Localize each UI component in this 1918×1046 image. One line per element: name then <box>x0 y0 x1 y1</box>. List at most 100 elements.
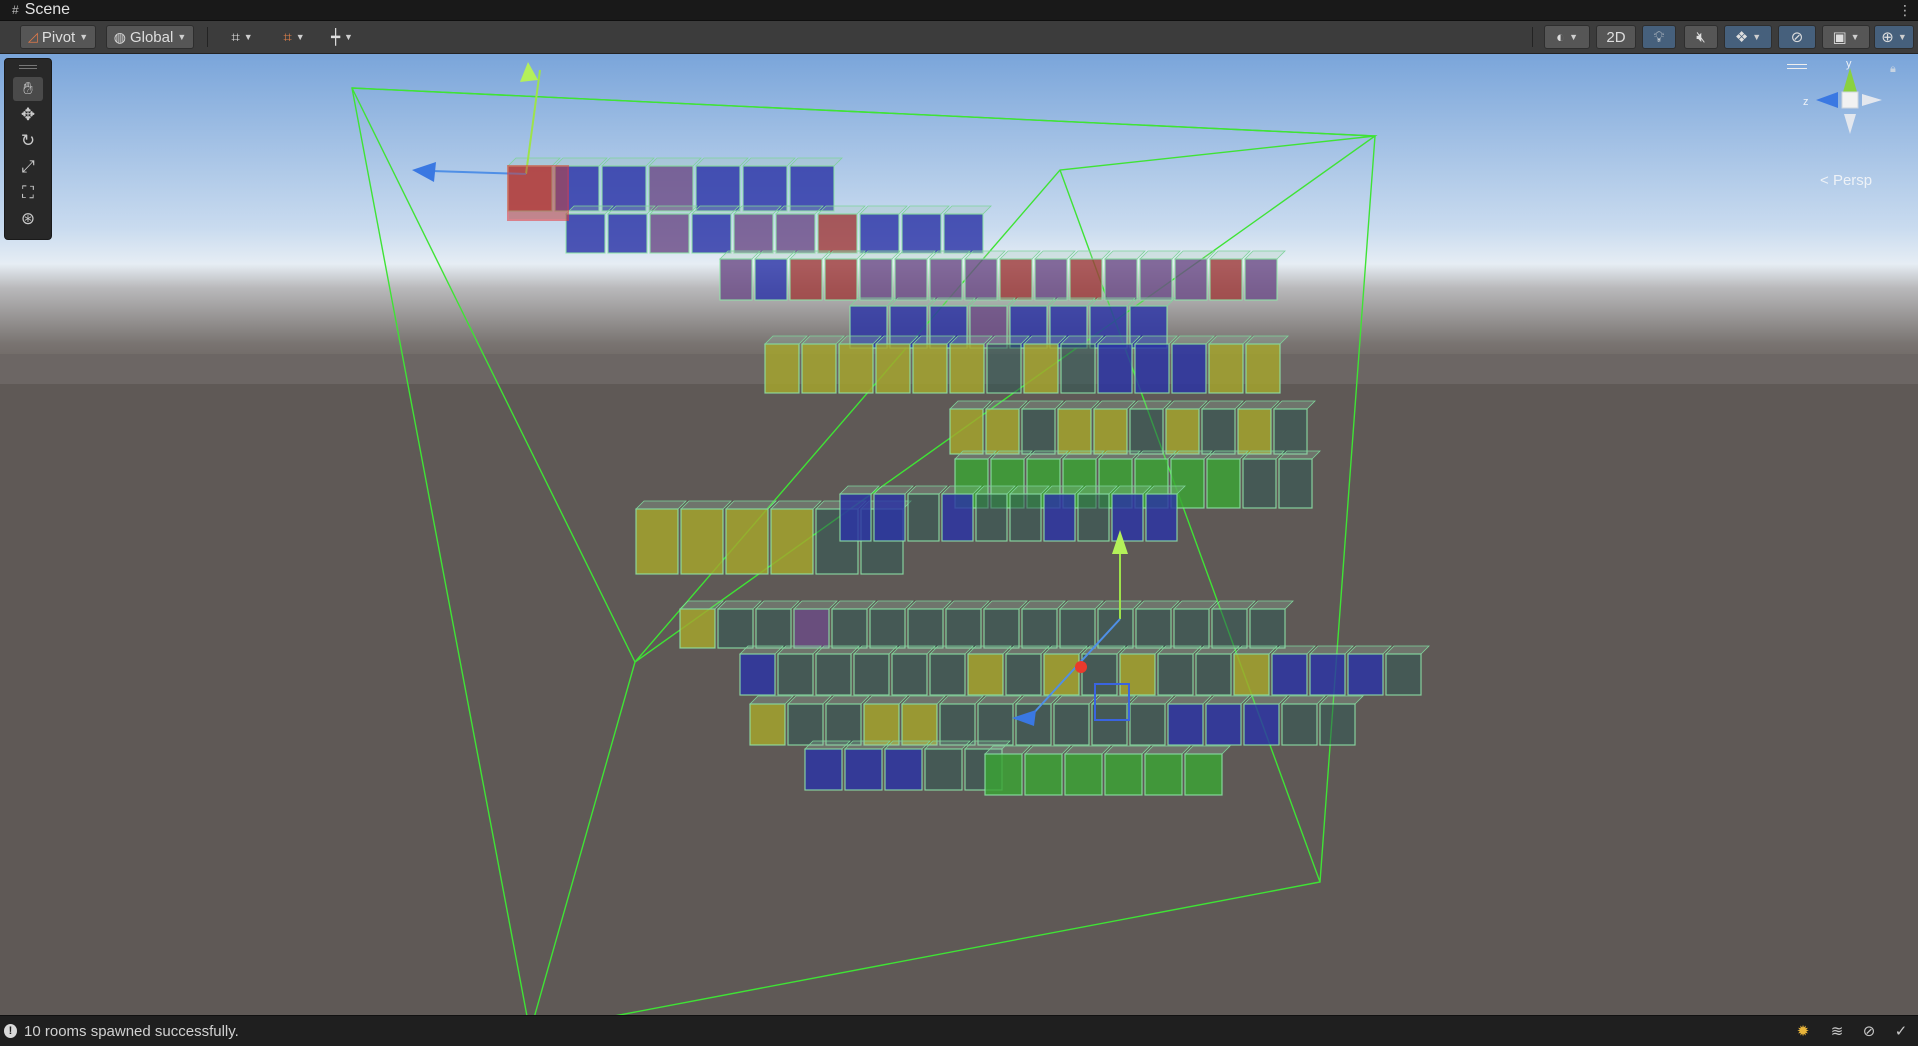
voxel-cell[interactable] <box>1347 653 1384 696</box>
voxel-cell[interactable] <box>717 608 754 649</box>
voxel-cell[interactable] <box>1059 608 1096 649</box>
voxel-cell[interactable] <box>1057 408 1092 455</box>
voxel-cell[interactable] <box>912 343 948 394</box>
voxel-cell[interactable] <box>1097 608 1134 649</box>
voxel-cell[interactable] <box>1091 703 1128 746</box>
scale-tool-icon[interactable]: ⤢ <box>13 155 43 179</box>
voxel-cell[interactable] <box>719 258 753 301</box>
voxel-cell[interactable] <box>1208 343 1244 394</box>
voxel-cell[interactable] <box>967 653 1004 696</box>
increment-snap-button[interactable]: ⌗ ▼ <box>270 25 318 49</box>
scene-canvas[interactable] <box>0 54 1918 1015</box>
voxel-cell[interactable] <box>929 258 963 301</box>
drag-handle-icon[interactable] <box>19 65 37 69</box>
voxel-cell[interactable] <box>1309 653 1346 696</box>
voxel-cell[interactable] <box>1005 653 1042 696</box>
voxel-cell[interactable] <box>1245 343 1281 394</box>
voxel-cell[interactable] <box>1104 753 1143 796</box>
voxel-cell[interactable] <box>793 608 830 649</box>
shading-mode-button[interactable]: ◐ ▼ <box>1544 25 1590 49</box>
voxel-cell[interactable] <box>1021 608 1058 649</box>
mode-2d-button[interactable]: 2D <box>1596 25 1636 49</box>
rotate-tool-icon[interactable]: ↻ <box>13 129 43 153</box>
voxel-cell[interactable] <box>1081 653 1118 696</box>
voxel-cell[interactable] <box>939 703 976 746</box>
voxel-cell[interactable] <box>787 703 824 746</box>
voxel-cell[interactable] <box>875 343 911 394</box>
kebab-menu-icon[interactable]: ⋮ <box>1898 2 1912 19</box>
voxel-cell[interactable] <box>1119 653 1156 696</box>
voxel-cell[interactable] <box>863 703 900 746</box>
voxel-cell[interactable] <box>775 213 816 254</box>
voxel-cell[interactable] <box>891 653 928 696</box>
scene-viewport[interactable]: ✋︎ ✥ ↻ ⤢ ⛶ ⊛ y z 🔒︎ < Persp <box>0 54 1918 1015</box>
voxel-cell[interactable] <box>691 213 732 254</box>
voxel-cell[interactable] <box>1111 493 1144 542</box>
camera-settings-button[interactable]: ▣ ▼ <box>1822 25 1870 49</box>
voxel-cell[interactable] <box>907 493 940 542</box>
voxel-cell[interactable] <box>733 213 774 254</box>
debug-icon[interactable]: ✹ <box>1794 1023 1812 1041</box>
voxel-cell[interactable] <box>901 703 938 746</box>
voxel-cell[interactable] <box>1249 608 1286 649</box>
voxel-cell[interactable] <box>1281 703 1318 746</box>
visibility-icon[interactable]: ⊘ <box>1860 1023 1878 1041</box>
pivot-toggle-button[interactable]: ◿ Pivot ▼ <box>20 25 96 49</box>
voxel-cell[interactable] <box>804 748 843 791</box>
grid-snap-button[interactable]: ⌗ ▼ <box>218 25 266 49</box>
transform-tool-icon[interactable]: ⊛ <box>13 207 43 231</box>
voxel-cell[interactable] <box>986 343 1022 394</box>
voxel-cell[interactable] <box>839 493 872 542</box>
rect-tool-icon[interactable]: ⛶ <box>13 181 43 205</box>
voxel-cell[interactable] <box>764 343 800 394</box>
voxel-cell[interactable] <box>964 258 998 301</box>
voxel-cell[interactable] <box>1145 493 1178 542</box>
voxel-cell[interactable] <box>789 258 823 301</box>
voxel-cell[interactable] <box>801 343 837 394</box>
voxel-cell[interactable] <box>1242 458 1277 509</box>
voxel-cell[interactable] <box>1157 653 1194 696</box>
voxel-cell[interactable] <box>983 608 1020 649</box>
voxel-cell[interactable] <box>649 213 690 254</box>
voxel-cell[interactable] <box>1278 458 1313 509</box>
voxel-cell[interactable] <box>635 508 679 575</box>
voxel-cell[interactable] <box>977 703 1014 746</box>
voxel-cell[interactable] <box>1319 703 1356 746</box>
voxel-cell[interactable] <box>975 493 1008 542</box>
voxel-cell[interactable] <box>1237 408 1272 455</box>
voxel-cell[interactable] <box>859 213 900 254</box>
voxel-cell[interactable] <box>789 165 835 212</box>
voxel-cell[interactable] <box>1165 408 1200 455</box>
voxel-cell[interactable] <box>1139 258 1173 301</box>
voxel-cell[interactable] <box>725 508 769 575</box>
voxel-cell[interactable] <box>770 508 814 575</box>
voxel-cell[interactable] <box>941 493 974 542</box>
voxel-cell[interactable] <box>607 213 648 254</box>
voxel-cell[interactable] <box>1069 258 1103 301</box>
voxel-cell[interactable] <box>1205 703 1242 746</box>
ruler-button[interactable]: ┿ ▼ <box>320 25 364 49</box>
voxel-cell[interactable] <box>680 508 724 575</box>
voxel-cell[interactable] <box>824 258 858 301</box>
voxel-cell[interactable] <box>985 408 1020 455</box>
voxel-cell[interactable] <box>1021 408 1056 455</box>
voxel-cell[interactable] <box>1135 608 1172 649</box>
voxel-cell[interactable] <box>1144 753 1183 796</box>
voxel-cell[interactable] <box>949 408 984 455</box>
voxel-cell[interactable] <box>1024 753 1063 796</box>
voxel-cell[interactable] <box>873 493 906 542</box>
voxel-cell[interactable] <box>859 258 893 301</box>
audio-toggle-button[interactable]: 🔇︎ <box>1684 25 1718 49</box>
voxel-cell[interactable] <box>825 703 862 746</box>
move-tool-icon[interactable]: ✥ <box>13 103 43 127</box>
voxel-cell[interactable] <box>869 608 906 649</box>
voxel-cell[interactable] <box>929 653 966 696</box>
voxel-cell[interactable] <box>945 608 982 649</box>
voxel-cell[interactable] <box>1134 343 1170 394</box>
voxel-cell[interactable] <box>1233 653 1270 696</box>
voxel-cell[interactable] <box>844 748 883 791</box>
voxel-cell[interactable] <box>907 608 944 649</box>
voxel-cell[interactable] <box>1195 653 1232 696</box>
voxel-cell[interactable] <box>1053 703 1090 746</box>
global-toggle-button[interactable]: ◍ Global ▼ <box>106 25 194 49</box>
